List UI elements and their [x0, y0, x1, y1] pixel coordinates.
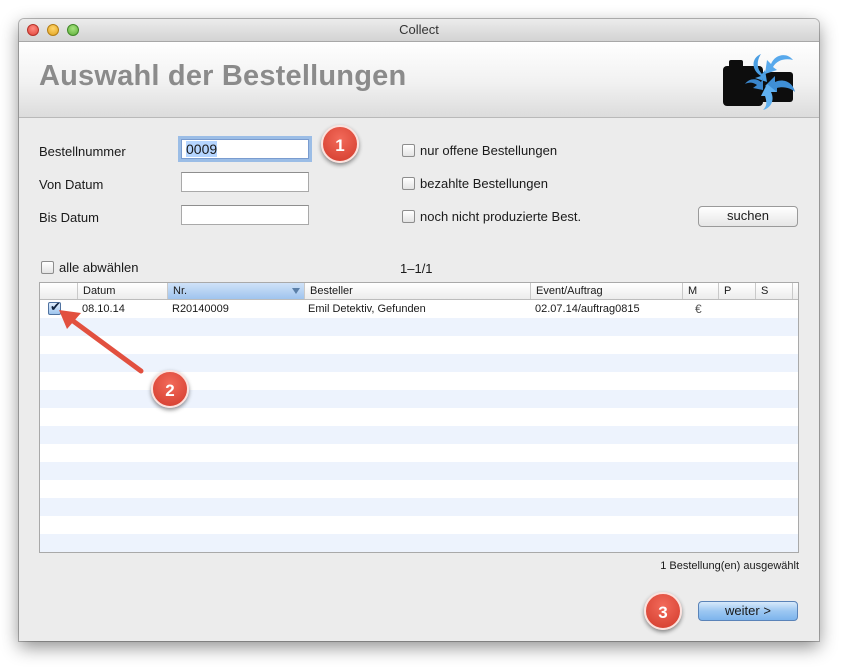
order-number-label: Bestellnummer	[39, 144, 126, 159]
column-header-m[interactable]: M	[682, 283, 718, 299]
paid-orders-checkbox[interactable]	[402, 177, 415, 190]
from-date-input[interactable]	[181, 172, 309, 192]
to-date-label: Bis Datum	[39, 210, 99, 225]
unproduced-orders-label: noch nicht produzierte Best.	[420, 209, 582, 224]
window-title: Collect	[399, 22, 439, 37]
empty-row	[40, 462, 798, 480]
column-header-nr[interactable]: Nr.	[167, 283, 304, 299]
empty-row	[40, 534, 798, 552]
pagination-text: 1–1/1	[400, 261, 433, 276]
column-header-p[interactable]: P	[718, 283, 755, 299]
column-header-filler	[792, 283, 798, 299]
column-header-event[interactable]: Event/Auftrag	[530, 283, 682, 299]
collect-logo-icon	[723, 54, 795, 110]
annotation-arrow-icon	[59, 310, 144, 374]
order-number-input[interactable]: 0009	[181, 139, 309, 159]
page-header: Auswahl der Bestellungen	[19, 42, 819, 118]
selection-status: 1 Bestellung(en) ausgewählt	[660, 560, 799, 572]
empty-row	[40, 498, 798, 516]
deselect-all-label: alle abwählen	[59, 260, 139, 275]
column-header-select[interactable]	[40, 283, 77, 299]
cell-event: 02.07.14/auftrag0815	[535, 303, 640, 315]
annotation-badge-1: 1	[321, 125, 359, 163]
annotation-badge-3: 3	[644, 592, 682, 630]
empty-row	[40, 480, 798, 498]
app-window: Collect Auswahl der Bestellungen Bestell…	[19, 19, 819, 641]
column-header-besteller[interactable]: Besteller	[304, 283, 530, 299]
empty-row	[40, 516, 798, 534]
column-header-datum[interactable]: Datum	[77, 283, 167, 299]
next-button[interactable]: weiter >	[698, 601, 798, 621]
empty-row	[40, 426, 798, 444]
annotation-badge-2: 2	[151, 370, 189, 408]
empty-row	[40, 408, 798, 426]
column-header-s[interactable]: S	[755, 283, 792, 299]
search-button[interactable]: suchen	[698, 206, 798, 227]
cell-nr: R20140009	[172, 303, 229, 315]
open-orders-checkbox[interactable]	[402, 144, 415, 157]
table-header: Datum Nr. Besteller Event/Auftrag M P S	[40, 283, 798, 300]
deselect-all-checkbox[interactable]	[41, 261, 54, 274]
to-date-input[interactable]	[181, 205, 309, 225]
column-header-nr-label: Nr.	[173, 285, 188, 297]
from-date-label: Von Datum	[39, 177, 104, 192]
empty-row	[40, 444, 798, 462]
order-number-value: 0009	[186, 141, 218, 157]
unproduced-orders-checkbox[interactable]	[402, 210, 415, 223]
page-title: Auswahl der Bestellungen	[39, 60, 407, 92]
open-orders-label: nur offene Bestellungen	[420, 143, 558, 158]
euro-icon: €	[695, 302, 702, 316]
cell-besteller: Emil Detektiv, Gefunden	[308, 303, 426, 315]
sort-descending-icon	[292, 288, 300, 294]
paid-orders-label: bezahlte Bestellungen	[420, 176, 548, 191]
title-bar: Collect	[19, 19, 819, 42]
